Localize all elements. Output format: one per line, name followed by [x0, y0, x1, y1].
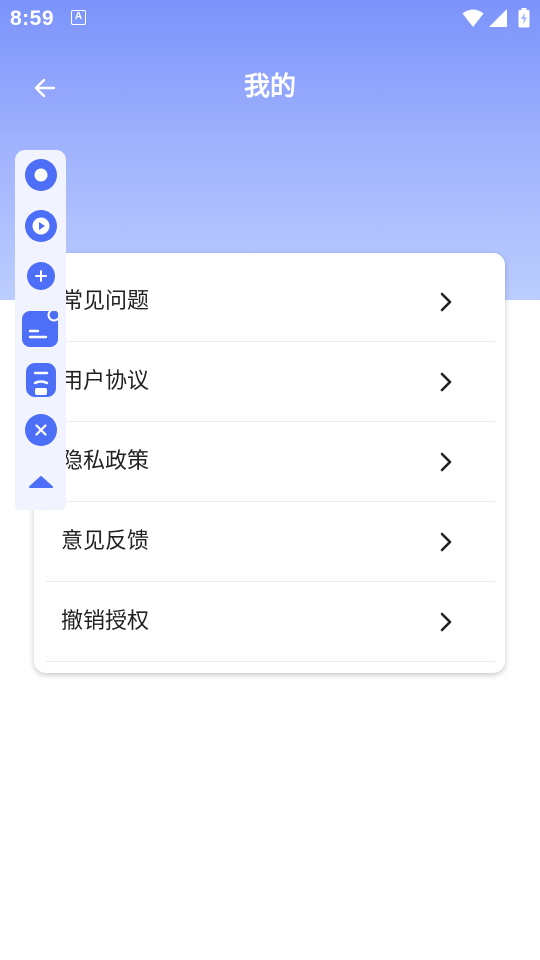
- menu-item-revoke-authorization[interactable]: 撤销授权: [46, 582, 495, 662]
- wifi-icon: [462, 9, 484, 27]
- a-icon: A: [71, 10, 86, 25]
- close-icon: [35, 424, 47, 436]
- signal-icon: [489, 9, 507, 27]
- menu-item-label: 意见反馈: [61, 529, 150, 554]
- play-icon: [32, 217, 50, 235]
- chevron-right-icon: [440, 612, 452, 632]
- menu-item-feedback[interactable]: 意见反馈: [46, 502, 495, 582]
- chevron-right-icon: [440, 532, 452, 552]
- title-bar: 我的: [0, 60, 540, 116]
- menu-item-user-agreement[interactable]: 用户协议: [46, 342, 495, 422]
- close-button[interactable]: [25, 414, 57, 446]
- menu-item-label: 用户协议: [61, 369, 150, 394]
- add-button[interactable]: [27, 262, 55, 290]
- page-title: 我的: [243, 72, 296, 102]
- plus-icon: [35, 270, 47, 282]
- play-button[interactable]: [25, 210, 57, 242]
- menu-item-faq[interactable]: 常见问题: [46, 262, 495, 342]
- battery-charging-icon: [518, 8, 530, 28]
- menu-item-label: 隐私政策: [61, 449, 150, 474]
- document-icon: [28, 311, 58, 339]
- person-icon: [33, 371, 49, 395]
- menu-item-label: 常见问题: [61, 289, 150, 314]
- document-button[interactable]: [22, 311, 58, 347]
- status-time: 8:59: [10, 7, 55, 30]
- menu-card: 常见问题 用户协议 隐私政策 意见反馈 撤销授权: [34, 253, 505, 673]
- chevron-right-icon: [440, 372, 452, 392]
- menu-item-label: 撤销授权: [61, 609, 150, 634]
- chevron-right-icon: [440, 292, 452, 312]
- record-button[interactable]: [25, 159, 57, 191]
- record-icon: [34, 168, 48, 182]
- person-button[interactable]: [26, 363, 56, 397]
- status-bar: 8:59 A: [0, 0, 540, 36]
- menu-item-privacy-policy[interactable]: 隐私政策: [46, 422, 495, 502]
- collapse-up-icon[interactable]: [29, 475, 53, 489]
- chevron-right-icon: [440, 452, 452, 472]
